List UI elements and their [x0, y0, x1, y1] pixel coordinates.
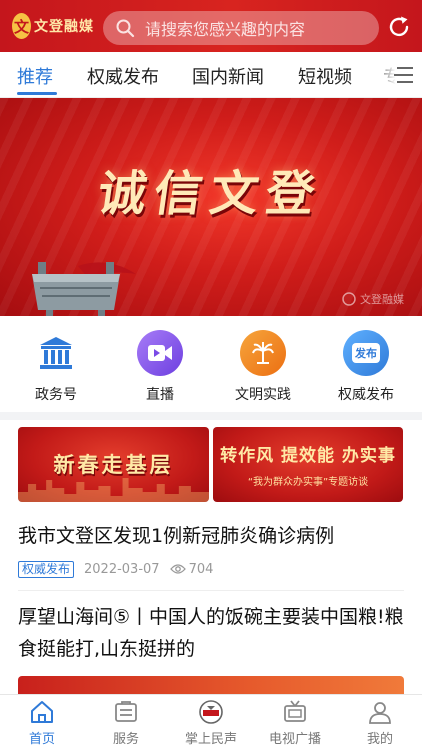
nav-public-voice[interactable]: 掌上民声: [169, 699, 253, 747]
promo-banner-work-style[interactable]: 转作风 提效能 办实事 “我为群众办实事”专题访谈: [213, 427, 403, 502]
news-meta: 权威发布 2022-03-07 704: [18, 559, 213, 579]
nav-label: 掌上民声: [184, 732, 237, 747]
live-video-icon: [137, 330, 183, 376]
quick-entry-label: 直播: [146, 387, 174, 403]
quick-entry-release[interactable]: 发布 权威发布: [321, 330, 411, 404]
top-header: 文 文登融媒 请搜索您感兴趣的内容: [0, 0, 422, 52]
logo-text: 文登融媒: [34, 19, 94, 35]
city-skyline-icon: [18, 478, 209, 502]
nav-profile[interactable]: 我的: [338, 699, 422, 747]
quick-entry-government[interactable]: 政务号: [11, 330, 101, 404]
civilization-practice-icon: [240, 330, 286, 376]
app-logo[interactable]: 文 文登融媒: [12, 10, 94, 42]
tab-domestic-news[interactable]: 国内新闻: [192, 63, 264, 89]
government-building-icon: [33, 330, 79, 376]
nav-label: 服务: [112, 732, 139, 747]
search-bar[interactable]: 请搜索您感兴趣的内容: [103, 11, 379, 45]
section-divider: [0, 412, 422, 420]
promo-title: 转作风 提效能 办实事: [220, 446, 396, 466]
news-divider: [18, 590, 404, 591]
quick-entry-civilization[interactable]: 文明实践: [218, 330, 308, 404]
quick-entry-label: 文明实践: [235, 387, 291, 403]
hero-banner[interactable]: 诚信文登 文登融媒: [0, 98, 422, 316]
logo-mark: 文: [12, 13, 31, 39]
watermark-text: 文登融媒: [360, 293, 404, 306]
tab-short-video[interactable]: 短视频: [298, 63, 352, 89]
quick-entry-label: 权威发布: [338, 387, 394, 403]
public-voice-icon: [199, 700, 223, 724]
nav-tv-radio[interactable]: 电视广播: [253, 699, 337, 747]
profile-icon: [369, 702, 391, 724]
watermark-logo-icon: [342, 292, 356, 306]
nav-label: 首页: [28, 732, 55, 747]
quick-entry-label: 政务号: [35, 387, 77, 403]
promo-title: 新春走基层: [53, 452, 174, 477]
release-badge-text: 发布: [352, 343, 380, 363]
nav-service[interactable]: 服务: [84, 699, 168, 747]
refresh-icon[interactable]: [386, 14, 412, 40]
release-badge-icon: 发布: [343, 330, 389, 376]
menu-icon[interactable]: [390, 66, 414, 84]
tv-icon: [284, 700, 306, 722]
news-title[interactable]: 厚望山海间⑤丨中国人的饭碗主要装中国粮!粮食挺能打,山东挺拼的: [18, 601, 408, 665]
nav-label: 电视广播: [268, 732, 321, 747]
watermark: 文登融媒: [342, 290, 414, 308]
bronze-ding-icon: [32, 262, 136, 316]
search-placeholder: 请搜索您感兴趣的内容: [145, 20, 306, 39]
news-date: 2022-03-07: [84, 561, 160, 577]
nav-home[interactable]: 首页: [0, 699, 84, 747]
news-title[interactable]: 我市文登区发现1例新冠肺炎确诊病例: [18, 520, 408, 552]
hero-title: 诚信文登: [94, 166, 327, 222]
eye-icon: [169, 564, 186, 574]
news-view-count: 704: [188, 561, 214, 577]
search-icon: [116, 19, 135, 38]
news-views: 704: [169, 561, 214, 577]
bottom-navigation: 首页 服务 掌上民声 电视广播 我的: [0, 694, 422, 750]
home-icon: [31, 701, 53, 723]
news-tag: 权威发布: [18, 560, 75, 578]
service-icon: [115, 701, 137, 722]
nav-label: 我的: [366, 732, 393, 747]
quick-entry-live[interactable]: 直播: [115, 330, 205, 404]
tab-official-release[interactable]: 权威发布: [87, 63, 159, 89]
promo-banner-new-spring[interactable]: 新春走基层: [18, 427, 209, 502]
active-tab-indicator: [17, 92, 57, 95]
quick-entry-grid: 政务号 直播 文明实践 发布 权威发布: [0, 316, 422, 412]
promo-subtitle: “我为群众办实事”专题访谈: [247, 477, 369, 488]
tab-recommend[interactable]: 推荐: [17, 63, 53, 89]
category-tabs: 推荐 权威发布 国内新闻 短视频 专: [0, 52, 422, 98]
